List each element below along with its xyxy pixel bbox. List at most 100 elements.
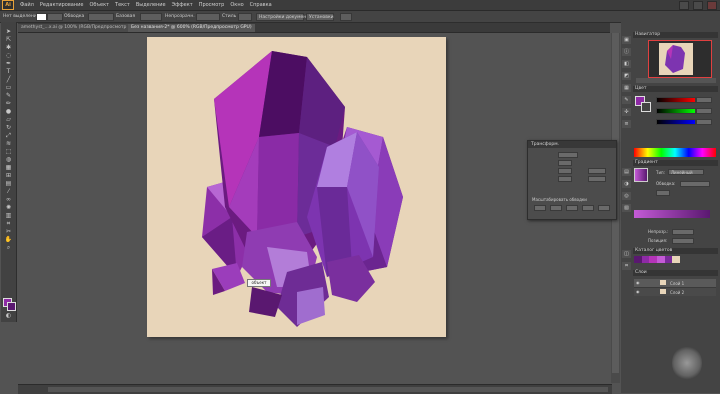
gradient-location-field[interactable]	[672, 238, 694, 244]
menu-window[interactable]: Окно	[230, 2, 243, 8]
menu-file[interactable]: Файл	[20, 2, 34, 8]
direct-selection-tool-icon[interactable]: ⇱	[4, 36, 13, 43]
fill-swatch[interactable]	[36, 13, 47, 21]
symbol-sprayer-icon[interactable]: ✺	[4, 204, 13, 211]
menu-edit[interactable]: Редактирование	[40, 2, 84, 8]
document-setup-button[interactable]: Настройки документа	[256, 13, 312, 21]
stroke-weight-field[interactable]	[88, 13, 114, 21]
eraser-tool-icon[interactable]: ▱	[4, 116, 13, 123]
zoom-tool-icon[interactable]: ⌕	[4, 244, 13, 251]
horizontal-scroll-thumb[interactable]	[48, 387, 608, 392]
transform-x-field[interactable]	[558, 152, 578, 158]
zoom-slider[interactable]	[636, 78, 716, 83]
amethyst-crystal-artwork[interactable]	[147, 37, 446, 337]
color-group-swatches[interactable]	[634, 256, 681, 263]
selection-tool-icon[interactable]: ➤	[4, 28, 13, 35]
transform-option-3[interactable]	[566, 205, 578, 211]
transform-option-1[interactable]	[534, 205, 546, 211]
stroke-color-swatch[interactable]	[7, 302, 16, 311]
menu-view[interactable]: Просмотр	[199, 2, 225, 8]
transform-y-field[interactable]	[558, 160, 572, 166]
gradient-stroke-options[interactable]	[680, 181, 710, 187]
layers-panel-icon[interactable]: ◫	[622, 250, 631, 258]
pencil-tool-icon[interactable]: ✏	[4, 100, 13, 107]
navigator-preview[interactable]	[648, 40, 712, 78]
artboards-panel-icon[interactable]: ⌗	[622, 262, 631, 270]
eyedropper-icon[interactable]: ⁄	[4, 188, 13, 195]
stroke-swatch[interactable]	[47, 13, 63, 21]
gradient-panel-icon[interactable]: ▤	[622, 168, 631, 176]
color-panel-title[interactable]: Цвет	[633, 86, 718, 92]
layer-name[interactable]: Слой 2	[670, 290, 684, 295]
blob-brush-icon[interactable]: ●	[4, 108, 13, 115]
graphic-styles-icon[interactable]: ▧	[622, 204, 631, 212]
artboard-tool-icon[interactable]: ⌗	[4, 220, 13, 227]
line-tool-icon[interactable]: ╱	[4, 76, 13, 83]
style-dropdown[interactable]	[238, 13, 252, 21]
color-stroke-swatch[interactable]	[641, 102, 651, 112]
perspective-grid-icon[interactable]: ▦	[4, 164, 13, 171]
layer-row[interactable]: ◉ Слой 2	[634, 288, 716, 296]
red-slider[interactable]	[656, 97, 696, 103]
draw-mode-icon[interactable]: ◐	[4, 312, 13, 319]
shape-builder-icon[interactable]: ◍	[4, 156, 13, 163]
transform-angle-field[interactable]	[588, 168, 606, 174]
stroke-panel-icon[interactable]: ≡	[622, 120, 631, 128]
tab-untitled-2[interactable]: Без названия-2* @ 600% (RGB/Предпросмотр…	[128, 24, 255, 32]
color-panel-icon[interactable]: ◧	[622, 60, 631, 68]
transform-panel-title[interactable]: Трансформ.	[528, 141, 616, 148]
navigator-panel-title[interactable]: Навигатор	[633, 32, 718, 38]
artboard[interactable]: объект	[147, 37, 446, 337]
brushes-panel-icon[interactable]: ✎	[622, 96, 631, 104]
graph-tool-icon[interactable]: ▥	[4, 212, 13, 219]
symbols-panel-icon[interactable]: ✣	[622, 108, 631, 116]
transform-option-5[interactable]	[598, 205, 610, 211]
color-spectrum[interactable]	[634, 148, 716, 157]
type-tool-icon[interactable]: T	[4, 68, 13, 75]
gradient-type-dropdown[interactable]: Линейный	[668, 169, 704, 175]
info-panel-icon[interactable]: ⓘ	[622, 48, 631, 56]
gradient-angle-field[interactable]	[656, 190, 670, 196]
free-transform-icon[interactable]: ⬚	[4, 148, 13, 155]
tab-amethyst[interactable]: amethyst_...x.ai @ 100% (RGB/Предпросмот…	[18, 24, 143, 32]
close-button[interactable]	[707, 1, 717, 10]
maximize-button[interactable]	[693, 1, 703, 10]
brush-tool-icon[interactable]: ✎	[4, 92, 13, 99]
menu-help[interactable]: Справка	[250, 2, 272, 8]
eye-icon[interactable]: ◉	[636, 280, 640, 285]
arrange-icon[interactable]	[340, 13, 352, 21]
brush-dropdown[interactable]	[140, 13, 162, 21]
transform-option-4[interactable]	[582, 205, 594, 211]
hand-tool-icon[interactable]: ✋	[4, 236, 13, 243]
preferences-button[interactable]: Установки	[306, 13, 334, 21]
transform-w-field[interactable]	[558, 168, 572, 174]
gradient-slider[interactable]	[634, 210, 710, 218]
transparency-panel-icon[interactable]: ◑	[622, 180, 631, 188]
color-groups-panel-title[interactable]: Каталог цветов	[633, 248, 718, 254]
blend-tool-icon[interactable]: ∞	[4, 196, 13, 203]
layer-row[interactable]: ◉ Слой 1	[634, 279, 716, 288]
opacity-field[interactable]	[196, 13, 220, 21]
layers-panel-title[interactable]: Слои	[633, 270, 718, 276]
menu-effect[interactable]: Эффект	[172, 2, 193, 8]
transform-option-2[interactable]	[550, 205, 562, 211]
pen-tool-icon[interactable]: ✒	[4, 60, 13, 67]
eye-icon[interactable]: ◉	[636, 289, 640, 294]
slice-tool-icon[interactable]: ✂	[4, 228, 13, 235]
green-slider[interactable]	[656, 108, 696, 114]
minimize-button[interactable]	[679, 1, 689, 10]
mesh-tool-icon[interactable]: ⊞	[4, 172, 13, 179]
transform-h-field[interactable]	[558, 176, 572, 182]
gradient-opacity-field[interactable]	[672, 229, 694, 235]
magic-wand-icon[interactable]: ✱	[4, 44, 13, 51]
menu-object[interactable]: Объект	[89, 2, 109, 8]
lasso-icon[interactable]: ◌	[4, 52, 13, 59]
layer-name[interactable]: Слой 1	[670, 281, 684, 286]
blue-field[interactable]	[696, 119, 712, 125]
menu-type[interactable]: Текст	[115, 2, 130, 8]
gradient-tool-icon[interactable]: ▤	[4, 180, 13, 187]
rectangle-tool-icon[interactable]: ▭	[4, 84, 13, 91]
gradient-panel-title[interactable]: Градиент	[633, 160, 718, 166]
color-guide-icon[interactable]: ◩	[622, 72, 631, 80]
red-field[interactable]	[696, 97, 712, 103]
